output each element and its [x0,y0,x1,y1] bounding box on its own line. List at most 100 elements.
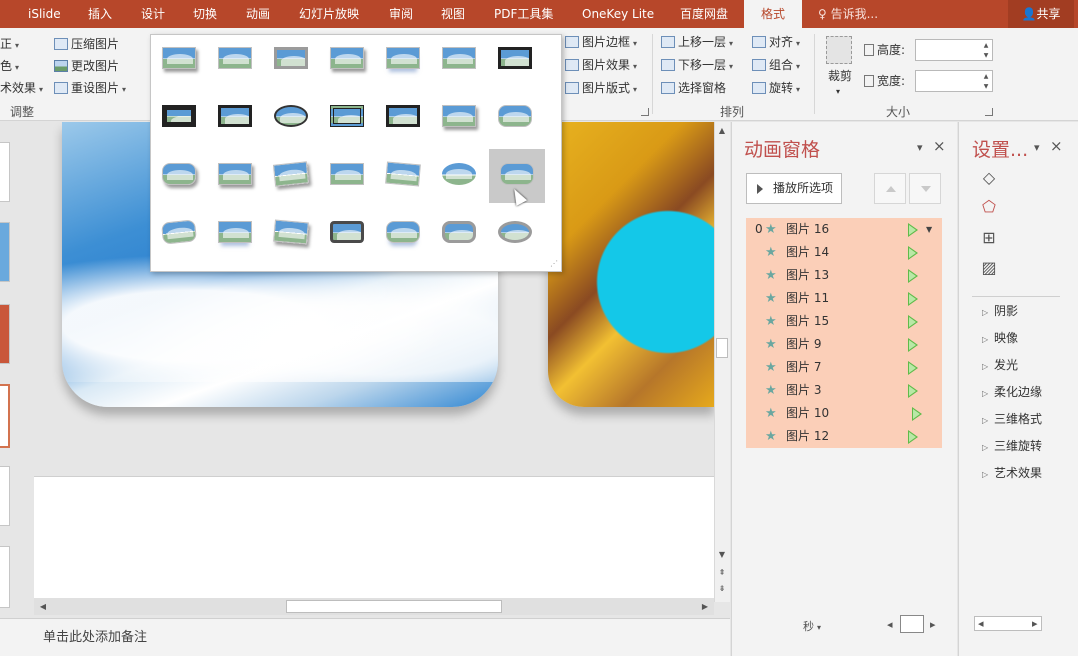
slide-thumbnail[interactable] [0,466,10,526]
rotate-button[interactable]: 旋转 ▾ [752,78,800,98]
style-drop-shadow-rectangle[interactable] [325,41,369,75]
style-bevel-perspective-left-white[interactable] [269,215,313,249]
compress-pictures-button[interactable]: 压缩图片 [54,34,119,54]
animation-item[interactable]: ★ 图片 7 [746,356,942,379]
effects-pentagon-icon[interactable]: ⬠ [979,197,999,217]
style-reflected-bevel-white[interactable] [157,215,201,249]
animation-item[interactable]: ★ 图片 14 [746,241,942,264]
crop-icon[interactable] [826,36,852,64]
scroll-down-icon[interactable]: ▼ [715,548,729,562]
style-reflected-rounded-rectangle[interactable] [381,215,425,249]
section-glow[interactable]: ▷ 发光 [982,355,1018,375]
animation-item[interactable]: ★ 图片 12 [746,425,942,448]
change-picture-button[interactable]: 更改图片 [54,56,119,76]
timeline-scroll-right-icon[interactable]: ▸ [930,618,936,631]
style-soft-edge-rectangle[interactable] [437,41,481,75]
picture-layout-button[interactable]: 图片版式 ▾ [565,78,637,98]
horizontal-scroll-thumb[interactable] [286,600,502,613]
section-reflection[interactable]: ▷ 映像 [982,328,1018,348]
section-3d-rotation[interactable]: ▷ 三维旋转 [982,436,1042,456]
gallery-resize-grip-icon[interactable]: ⋰ [550,259,558,268]
next-slide-icon[interactable]: ⇟ [715,582,729,596]
corrections-button[interactable]: 正 ▾ [0,34,19,54]
close-icon[interactable]: × [933,137,946,155]
chevron-down-icon[interactable]: ▼ [926,218,932,241]
size-properties-icon[interactable]: ⊞ [979,228,999,248]
reset-picture-button[interactable]: 重设图片 ▾ [54,78,126,98]
slide-thumbnail-selected[interactable] [0,384,10,448]
slide-thumbnail[interactable] [0,546,10,608]
timeline-scroll-left-icon[interactable]: ◂ [887,618,893,631]
scroll-up-icon[interactable]: ▲ [715,124,729,138]
style-reflected-perspective-right[interactable] [213,215,257,249]
selection-pane-button[interactable]: 选择窗格 [661,78,726,98]
tab-transitions[interactable]: 切换 [193,0,217,28]
style-perspective-shadow-white[interactable] [269,157,313,191]
share-button[interactable]: 👤共享 [1008,0,1074,28]
animation-item[interactable]: ★ 图片 9 [746,333,942,356]
tab-design[interactable]: 设计 [141,0,165,28]
style-bevel-rectangle[interactable] [437,157,481,191]
animation-item[interactable]: ★ 图片 3 [746,379,942,402]
color-button[interactable]: 色 ▾ [0,56,19,76]
tell-me-search[interactable]: ♀ 告诉我... [818,0,878,28]
notes-placeholder[interactable]: 单击此处添加备注 [43,626,147,645]
timeline-zoom-control[interactable] [900,615,924,633]
pane-options-icon[interactable]: ▾ [917,141,923,154]
scroll-left-icon[interactable]: ◀ [36,600,50,614]
group-button[interactable]: 组合 ▾ [752,55,800,75]
styles-dialog-launcher-icon[interactable] [641,108,649,116]
scroll-left-icon[interactable]: ◂ [978,617,984,630]
bring-forward-button[interactable]: 上移一层 ▾ [661,32,733,52]
slide-vertical-scrollbar[interactable] [714,122,730,602]
spin-down-icon[interactable]: ▼ [982,82,990,91]
animation-item[interactable]: ★ 图片 11 [746,287,942,310]
notes-pane[interactable] [34,476,714,598]
scroll-right-icon[interactable]: ▸ [1032,617,1038,630]
animation-item[interactable]: ★ 图片 13 [746,264,942,287]
tab-review[interactable]: 审阅 [389,0,413,28]
picture-border-button[interactable]: 图片边框 ▾ [565,32,637,52]
style-center-shadow-rectangle[interactable] [381,99,425,133]
tab-islide[interactable]: iSlide [28,0,61,28]
height-input[interactable]: ▲ ▼ [915,39,993,61]
section-artistic-effects[interactable]: ▷ 艺术效果 [982,463,1042,483]
style-double-frame-black[interactable] [493,41,537,75]
style-metal-oval[interactable] [493,215,537,249]
tab-pdf-tools[interactable]: PDF工具集 [494,0,553,28]
style-moderate-frame-white[interactable] [157,157,201,191]
leaves-picture[interactable] [548,122,714,407]
slide-thumbnail[interactable] [0,142,10,202]
style-beveled-matte[interactable] [213,41,257,75]
seconds-dropdown[interactable]: 秒 ▾ [803,618,821,634]
vertical-scroll-thumb[interactable] [716,338,728,358]
style-metal-frame-rounded[interactable] [437,215,481,249]
style-rotated-white[interactable] [213,157,257,191]
style-thick-matte-black[interactable] [157,99,201,133]
animation-item[interactable]: ★ 图片 15 [746,310,942,333]
picture-icon[interactable]: ▨ [979,258,999,278]
tab-insert[interactable]: 插入 [88,0,112,28]
section-soft-edges[interactable]: ▷ 柔化边缘 [982,382,1042,402]
picture-effects-button[interactable]: 图片效果 ▾ [565,55,637,75]
tab-view[interactable]: 视图 [441,0,465,28]
style-metal-rounded-rectangle[interactable] [325,215,369,249]
tab-onekey-lite[interactable]: OneKey Lite [582,0,654,28]
size-dialog-launcher-icon[interactable] [985,108,993,116]
style-relaxed-perspective-white[interactable] [325,157,369,191]
fill-line-icon[interactable]: ◇ [979,168,999,188]
animation-item[interactable]: ★ 图片 10 [746,402,942,425]
spin-up-icon[interactable]: ▲ [982,41,990,50]
animation-item[interactable]: 0 ★ 图片 16 ▼ [746,218,942,241]
style-compound-frame-black[interactable] [325,99,369,133]
previous-slide-icon[interactable]: ⇞ [715,566,729,580]
scroll-right-icon[interactable]: ▶ [698,600,712,614]
style-simple-frame-white[interactable] [157,41,201,75]
section-shadow[interactable]: ▷ 阴影 [982,301,1018,321]
section-3d-format[interactable]: ▷ 三维格式 [982,409,1042,429]
align-button[interactable]: 对齐 ▾ [752,32,800,52]
close-icon[interactable]: × [1050,137,1063,155]
spin-up-icon[interactable]: ▲ [982,72,990,81]
spin-down-icon[interactable]: ▼ [982,51,990,60]
style-snip-diagonal-corner[interactable] [493,99,537,133]
